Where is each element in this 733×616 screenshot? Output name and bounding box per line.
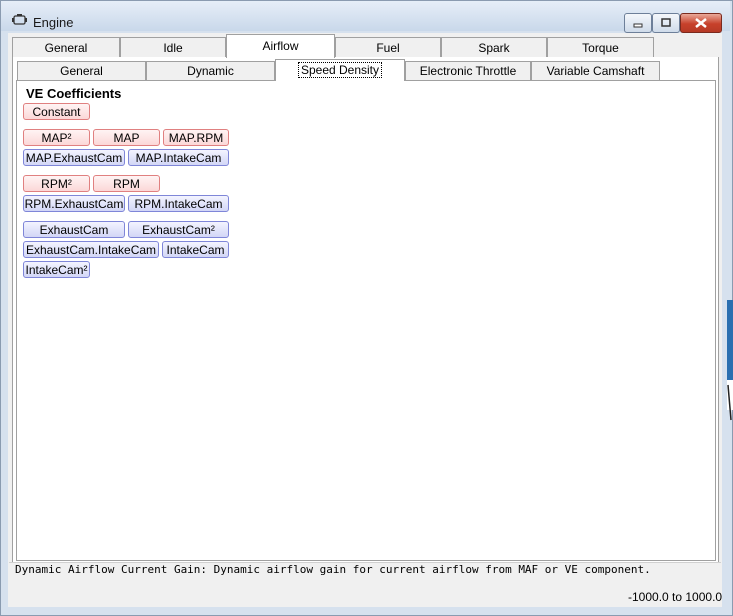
tab-general[interactable]: General [12,37,120,57]
tab-spark[interactable]: Spark [441,37,547,57]
map-exhaustcam-button[interactable]: MAP.ExhaustCam [23,149,125,166]
status-description: Dynamic Airflow Current Gain: Dynamic ai… [15,563,651,576]
map-rpm-button[interactable]: MAP.RPM [163,129,229,146]
title-bar[interactable] [1,1,730,31]
rpm-squared-button[interactable]: RPM² [23,175,90,192]
maximize-button[interactable] [652,13,680,33]
intakecam-button[interactable]: IntakeCam [162,241,229,258]
maximize-icon [661,18,671,27]
exhaustcam-intakecam-button[interactable]: ExhaustCam.IntakeCam [23,241,159,258]
rpm-exhaustcam-button[interactable]: RPM.ExhaustCam [23,195,125,212]
tab-idle[interactable]: Idle [120,37,226,57]
intakecam-squared-button[interactable]: IntakeCam² [23,261,90,278]
engine-icon [12,14,27,25]
subtab-speed-density[interactable]: Speed Density [275,59,405,81]
map-intakecam-button[interactable]: MAP.IntakeCam [128,149,229,166]
constant-button[interactable]: Constant [23,103,90,120]
map-squared-button[interactable]: MAP² [23,129,90,146]
exhaustcam-button[interactable]: ExhaustCam [23,221,125,238]
minimize-button[interactable] [624,13,652,33]
exhaustcam-squared-button[interactable]: ExhaustCam² [128,221,229,238]
value-range: -1000.0 to 1000.0 [628,590,723,604]
subtab-variable-camshaft[interactable]: Variable Camshaft [531,61,660,80]
ve-coefficients-heading: VE Coefficients [26,86,122,101]
tab-airflow[interactable]: Airflow [226,34,335,58]
minimize-icon [633,23,643,28]
tab-torque-management[interactable]: Torque Management [547,37,654,75]
close-button[interactable] [680,13,722,33]
background-window-edge [727,300,733,421]
subtab-speed-density-label: Speed Density [297,62,383,78]
close-icon [695,18,707,28]
window-title: Engine [33,15,74,30]
tab-fuel[interactable]: Fuel [335,37,441,57]
rpm-intakecam-button[interactable]: RPM.IntakeCam [128,195,229,212]
subtab-general[interactable]: General [17,61,146,80]
map-button[interactable]: MAP [93,129,160,146]
subtab-dynamic[interactable]: Dynamic [146,61,275,80]
subtab-electronic-throttle[interactable]: Electronic Throttle [405,61,531,80]
rpm-button[interactable]: RPM [93,175,160,192]
